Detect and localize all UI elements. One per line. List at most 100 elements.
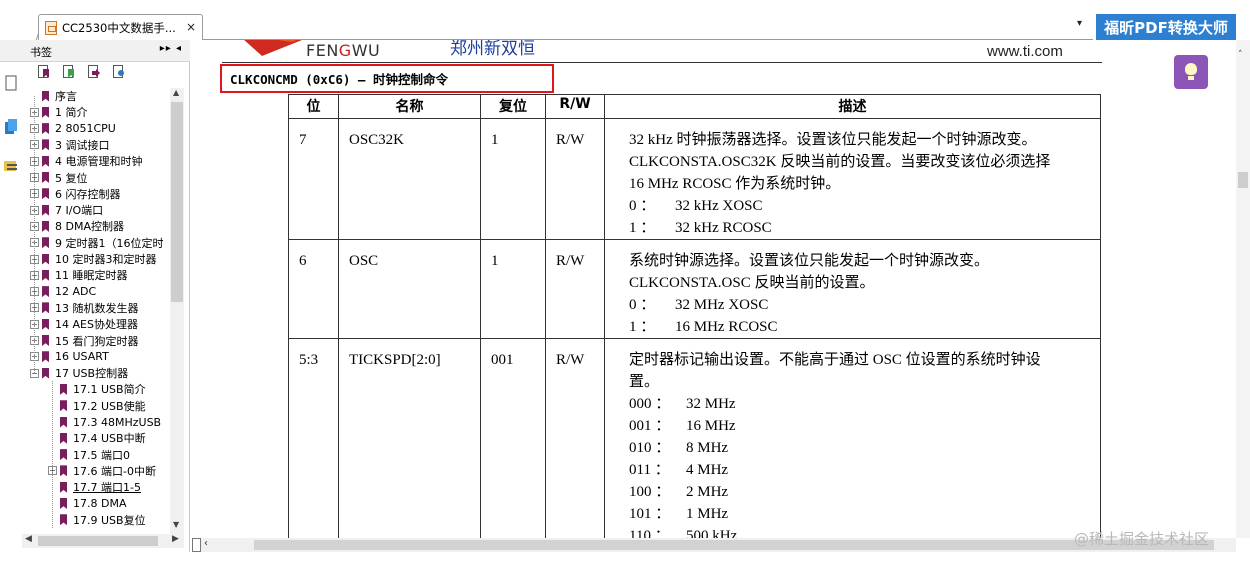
brand-suffix: WU [351,41,381,60]
bookmark-icon [42,188,49,200]
bookmark-label: 17.9 USB复位 [73,513,146,527]
layers-icon[interactable] [3,118,19,136]
bookmark-item[interactable]: 17.9 USB复位 [48,512,146,528]
bookmark-label: 17.2 USB使能 [73,399,146,413]
scroll-left-icon[interactable]: ◀ [25,534,32,544]
bookmark-label: 17.4 USB中断 [73,432,146,446]
bookmark-item[interactable]: 序言 [30,88,77,104]
option-line: 000 ： 32 MHz [629,393,1090,415]
bookmark-item[interactable]: +7 I/O端口 [30,202,103,218]
bookmark-item[interactable]: 17.8 DMA [48,496,126,512]
option-value: 16 MHz RCOSC [675,319,778,335]
option-value: 32 MHz [686,396,736,412]
bookmark-item[interactable]: 17.4 USB中断 [48,430,146,446]
bookmark-icon [42,269,49,281]
bookmark-item[interactable]: 17.5 端口0 [48,447,130,463]
option-line: 011 ： 4 MHz [629,459,1090,481]
scroll-up-icon[interactable]: ˄ [1238,50,1243,60]
bookmark-label: 6 闪存控制器 [55,187,121,201]
cell-description: 32 kHz 时钟振荡器选择。设置该位只能发起一个时钟源改变。 CLKCONSTA… [604,118,1101,240]
document-vertical-scrollbar[interactable]: ˄ [1236,40,1250,538]
bookmark-item[interactable]: +13 随机数发生器 [30,300,139,316]
cell-bit: 5:3 [288,338,339,538]
cell-description: 定时器标记输出设置。不能高于通过 OSC 位设置的系统时钟设 置。 000 ： 32 … [604,338,1101,538]
bookmark-item[interactable]: 17.3 48MHzUSB [48,414,161,430]
doc-brand: FENGWU [306,41,380,60]
lightbulb-icon[interactable] [1174,55,1208,89]
option-line: 1 ： 32 kHz RCOSC [629,217,1090,239]
option-code: 110 ： [629,528,670,538]
option-value: 32 kHz RCOSC [675,220,772,236]
bookmark-item[interactable]: 17.1 USB简介 [48,381,146,397]
tab-list-dropdown-icon[interactable]: ▾ [1077,18,1082,29]
bookmark-item[interactable]: +1 简介 [30,104,88,120]
document-tab[interactable]: CC2530中文数据手... × [38,14,203,40]
scroll-left-icon[interactable]: ‹ [204,538,208,549]
bookmark-item[interactable]: +3 调试接口 [30,137,110,153]
bookmark-horizontal-scrollbar[interactable]: ◀ ▶ [22,534,184,548]
option-value: 16 MHz [686,418,736,434]
cell-reset: 001 [480,338,546,538]
bookmark-icon [60,481,67,493]
register-table: 位 名称 复位 R/W 描述 7 OSC32K 1 R/W 32 kHz 时钟振荡器选择… [288,94,1101,538]
bookmark-item[interactable]: +5 复位 [30,170,88,186]
bookmark-item[interactable]: +16 USART [30,349,109,365]
bookmark-icon [42,335,49,346]
scroll-down-icon[interactable]: ▼ [173,520,179,529]
bookmark-item[interactable]: +12 ADC [30,284,96,300]
scroll-up-icon[interactable]: ▲ [173,88,179,97]
bookmark-vertical-scrollbar[interactable]: ▲ ▼ [170,88,184,534]
bookmark-item[interactable]: +17.6 端口-0中断 [48,463,156,479]
option-code: 000 ： [629,396,671,412]
pages-icon[interactable] [3,74,19,92]
goto-bookmark-icon[interactable] [86,64,102,82]
option-line: 100 ： 2 MHz [629,481,1090,503]
option-line: 110 ： 500 kHz [629,525,1090,538]
header-bit: 位 [288,94,339,119]
bookmark-item[interactable]: +2 8051CPU [30,121,116,137]
document-view[interactable]: FENGWU 郑州新双恒 www.ti.com CLKCONCMD (0xC6)… [192,40,1236,538]
bookmark-label: 17.3 48MHzUSB [73,415,162,429]
scroll-thumb[interactable] [38,536,158,546]
cell-name: TICKSPD[2:0] [338,338,481,538]
bookmark-item[interactable]: +10 定时器3和定时器 [30,251,157,267]
promo-banner[interactable]: 福昕PDF转换大师 [1096,14,1236,40]
add-bookmark-icon[interactable] [61,64,77,82]
panel-collapse-control[interactable]: ▸▸ ◂ [160,43,182,54]
table-header-row: 位 名称 复位 R/W 描述 [288,94,1101,119]
bookmark-tree: 序言 +1 简介 +2 8051CPU +3 调试接口 +4 电源管理和时钟 +5 复位 +… [22,88,170,534]
close-tab-icon[interactable]: × [186,20,196,34]
description-line: 系统时钟源选择。设置该位只能发起一个时钟源改变。 [629,253,990,269]
bookmark-item[interactable]: 17.2 USB使能 [48,398,146,414]
cell-reset: 1 [480,118,546,240]
bookmark-item[interactable]: +8 DMA控制器 [30,218,124,234]
header-description: 描述 [604,94,1101,119]
bookmark-label: 17.1 USB简介 [73,383,146,397]
attachments-icon[interactable] [3,158,19,176]
cell-name: OSC [338,239,481,339]
bookmark-icon [60,383,67,395]
bookmark-icon [42,367,49,379]
option-code: 100 ： [629,484,671,500]
scroll-right-icon[interactable]: ▶ [172,534,179,544]
bookmark-icon [42,237,49,249]
new-bookmark-icon[interactable] [36,64,52,82]
bookmark-item[interactable]: +14 AES协处理器 [30,316,138,332]
option-line: 0 ： 32 kHz XOSC [629,195,1090,217]
bookmark-item[interactable]: −17 USB控制器 [30,365,128,381]
bookmark-item[interactable]: +11 睡眠定时器 [30,267,128,283]
bookmark-item[interactable]: 17.7 端口1-5 [48,479,141,495]
cell-bit: 7 [288,118,339,240]
bookmark-label: 12 ADC [55,285,97,299]
bookmark-item[interactable]: +15 看门狗定时器 [30,333,139,349]
scroll-thumb[interactable] [254,540,1214,550]
scroll-thumb[interactable] [171,102,183,302]
bookmark-properties-icon[interactable] [111,64,127,82]
bookmark-item[interactable]: +4 电源管理和时钟 [30,153,143,169]
scroll-thumb[interactable] [1238,172,1248,188]
option-code: 001 ： [629,418,671,434]
bookmark-icon [42,302,49,314]
bookmark-item[interactable]: +6 闪存控制器 [30,186,121,202]
bookmark-label: 15 看门狗定时器 [55,334,139,348]
bookmark-item[interactable]: +9 定时器1（16位定时 [30,235,164,251]
